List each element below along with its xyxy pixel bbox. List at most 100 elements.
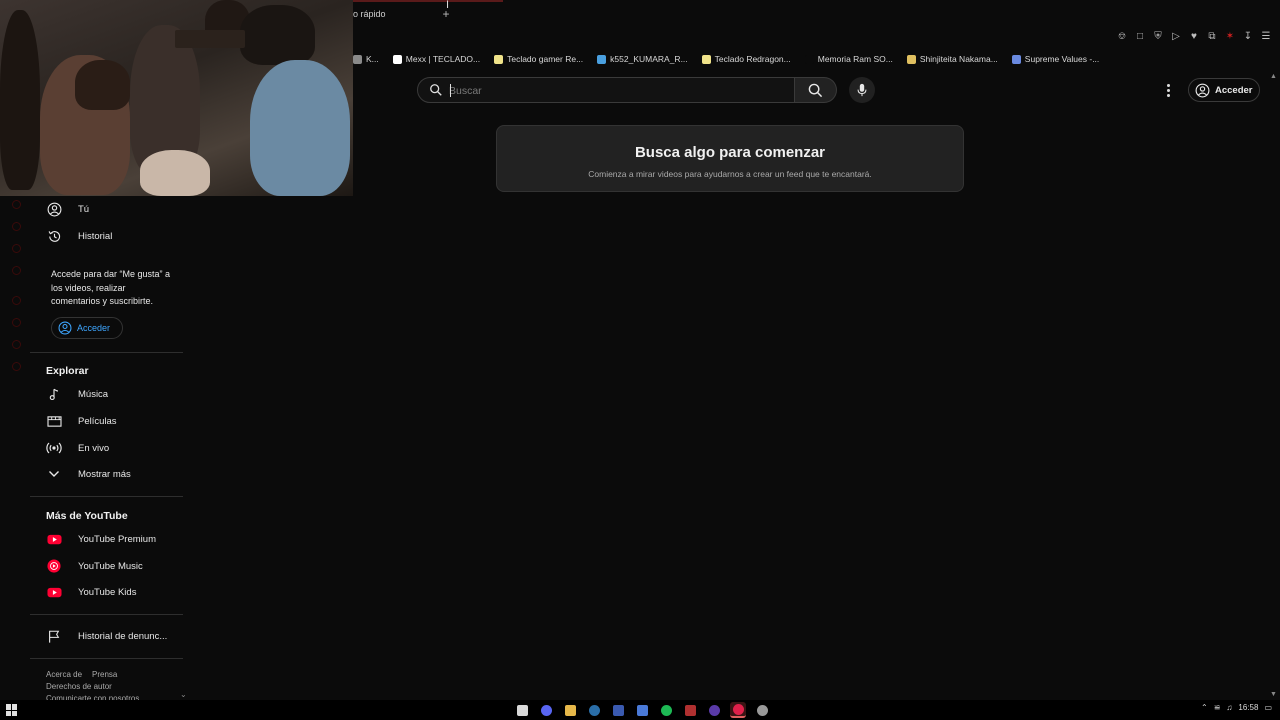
more-dot-icon [1166,93,1170,97]
voice-search-button[interactable] [849,77,875,103]
sidebar: Tú Historial Accede para dar “Me gusta” … [30,196,187,700]
webcam-overlay [0,0,353,196]
bookmark-favicon-icon [906,54,916,64]
bookmark-label: Mexx | TECLADO... [405,54,481,64]
scroll-up-arrow-icon[interactable]: ▲ [1270,73,1277,80]
folder-app-icon[interactable] [562,702,578,718]
bookmark-label: k552_KUMARA_R... [610,54,688,64]
bookmark-favicon-icon [494,54,504,64]
bookmark-item[interactable]: Supreme Values -... [1011,54,1100,64]
tray-expand-icon[interactable]: ⌃ [1201,703,1208,712]
bookmark-item[interactable]: K... [353,54,379,64]
empty-feed-card: Busca algo para comenzar Comienza a mira… [496,125,964,192]
sidebar-divider [30,496,183,497]
opera-gx-app-icon[interactable] [730,702,746,718]
tray-clock[interactable]: 16:58 [1238,703,1258,712]
app-icon-purple[interactable] [706,702,722,718]
sidebar-item-history[interactable]: Historial [30,224,183,248]
search-input[interactable] [449,82,779,99]
sidebar-item-music[interactable]: Música [30,382,183,406]
sidebar-item-label: Mostrar más [78,468,131,480]
sidebar-item-youtube-premium[interactable]: YouTube Premium [30,527,183,551]
steam-app-icon[interactable] [586,702,602,718]
bookmarks-bar: K... Mexx | TECLADO... Teclado gamer Re...… [353,50,1099,68]
bookmark-item[interactable]: Mexx | TECLADO... [392,54,481,64]
search-button[interactable] [795,77,837,103]
sidebar-item-you[interactable]: Tú [30,197,183,221]
bookmark-label: Supreme Values -... [1024,54,1100,64]
account-circle-icon [46,201,62,217]
sidebar-item-youtube-kids[interactable]: YouTube Kids [30,580,183,604]
youtube-kids-icon [46,584,62,600]
snapshot-icon[interactable]: □ [1134,31,1146,43]
bookmark-favicon-icon [597,54,607,64]
sidebar-item-movies[interactable]: Películas [30,409,183,433]
bookmark-label: Shinjiteita Nakama... [919,54,998,64]
settings-menu-button[interactable] [1160,81,1176,99]
browser-tab-title[interactable]: o rápido [353,9,386,19]
footer-link-about[interactable]: Acerca de [46,670,82,679]
bookmark-item[interactable]: Memoria Ram SO... [804,54,893,64]
account-icon [1195,83,1210,97]
bookmark-item[interactable]: Teclado gamer Re... [494,54,583,64]
sidebar-item-report-history[interactable]: Historial de denunc... [30,624,183,648]
chevron-down-icon [46,466,62,482]
speaker-icon[interactable]: ♫ [1226,703,1232,712]
bookmark-item[interactable]: Teclado Redragon... [701,54,791,64]
wifi-icon[interactable]: ≌ [1214,703,1221,712]
sidebar-item-label: Historial de denunc... [78,630,168,642]
adblock-icon[interactable]: ✶ [1224,31,1236,43]
empty-feed-title: Busca algo para comenzar [634,144,826,161]
app-icon-red[interactable] [682,702,698,718]
bookmark-favicon-icon [1011,54,1021,64]
pin-icon[interactable]: ⎊ [1116,31,1128,43]
sidebar-item-label: En vivo [78,442,110,454]
signin-prompt-text: Accede para dar “Me gusta” a los videos,… [51,269,171,306]
music-note-icon [46,386,62,402]
footer-link-copyright[interactable]: Derechos de autor [46,682,112,691]
sidebar-item-label: YouTube Premium [78,533,156,545]
spotify-app-icon[interactable] [658,702,674,718]
notification-icon[interactable]: ▭ [1264,703,1272,712]
discord-app-icon[interactable] [538,702,554,718]
sidebar-item-label: Música [78,388,109,400]
signin-button[interactable]: Acceder [1188,78,1260,102]
menu-icon[interactable]: ☰ [1260,31,1272,43]
extensions-icon[interactable]: ⧉ [1206,31,1218,43]
play-icon[interactable]: ▷ [1170,31,1182,43]
heart-icon[interactable]: ♥ [1188,31,1200,43]
active-tab-indicator [353,0,503,2]
windows-start-icon[interactable] [6,704,18,716]
app-icon-blue[interactable] [610,702,626,718]
bookmark-label: Memoria Ram SO... [817,54,893,64]
footer-link-press[interactable]: Prensa [92,670,117,679]
sidebar-item-label: Historial [78,230,113,242]
app-icon-circle[interactable] [754,702,770,718]
bookmark-label: Teclado gamer Re... [507,54,584,64]
account-icon [58,321,72,335]
bookmark-item[interactable]: k552_KUMARA_R... [597,54,688,64]
history-icon [46,228,62,244]
sidebar-item-show-more[interactable]: Mostrar más [30,462,183,486]
app-icon-lightblue[interactable] [634,702,650,718]
bookmark-favicon-icon [353,54,362,64]
sidebar-item-label: YouTube Music [78,560,143,572]
os-taskbar: ⌃ ≌ ♫ 16:58 ▭ [0,700,1280,720]
youtube-music-icon [46,558,62,574]
scroll-down-arrow-icon[interactable]: ▼ [1270,691,1277,698]
sidebar-signin-button[interactable]: Acceder [51,317,123,339]
bookmark-item[interactable]: Shinjiteita Nakama... [906,54,998,64]
more-dot-icon [1166,88,1170,92]
sidebar-item-live[interactable]: En vivo [30,436,183,460]
shield-icon[interactable]: ⛨ [1152,31,1164,43]
sidebar-item-youtube-music[interactable]: YouTube Music [30,554,183,578]
file-manager-app-icon[interactable] [514,702,530,718]
signin-label: Acceder [1215,84,1253,96]
bookmark-label: Teclado Redragon... [714,54,791,64]
sidebar-scroll-down-icon[interactable]: ⌄ [180,690,187,699]
download-icon[interactable]: ↧ [1242,31,1254,43]
search-icon [808,83,823,97]
system-tray: ⌃ ≌ ♫ 16:58 ▭ [1201,703,1272,712]
search-box[interactable] [417,77,795,103]
bookmark-label: K... [366,54,379,64]
